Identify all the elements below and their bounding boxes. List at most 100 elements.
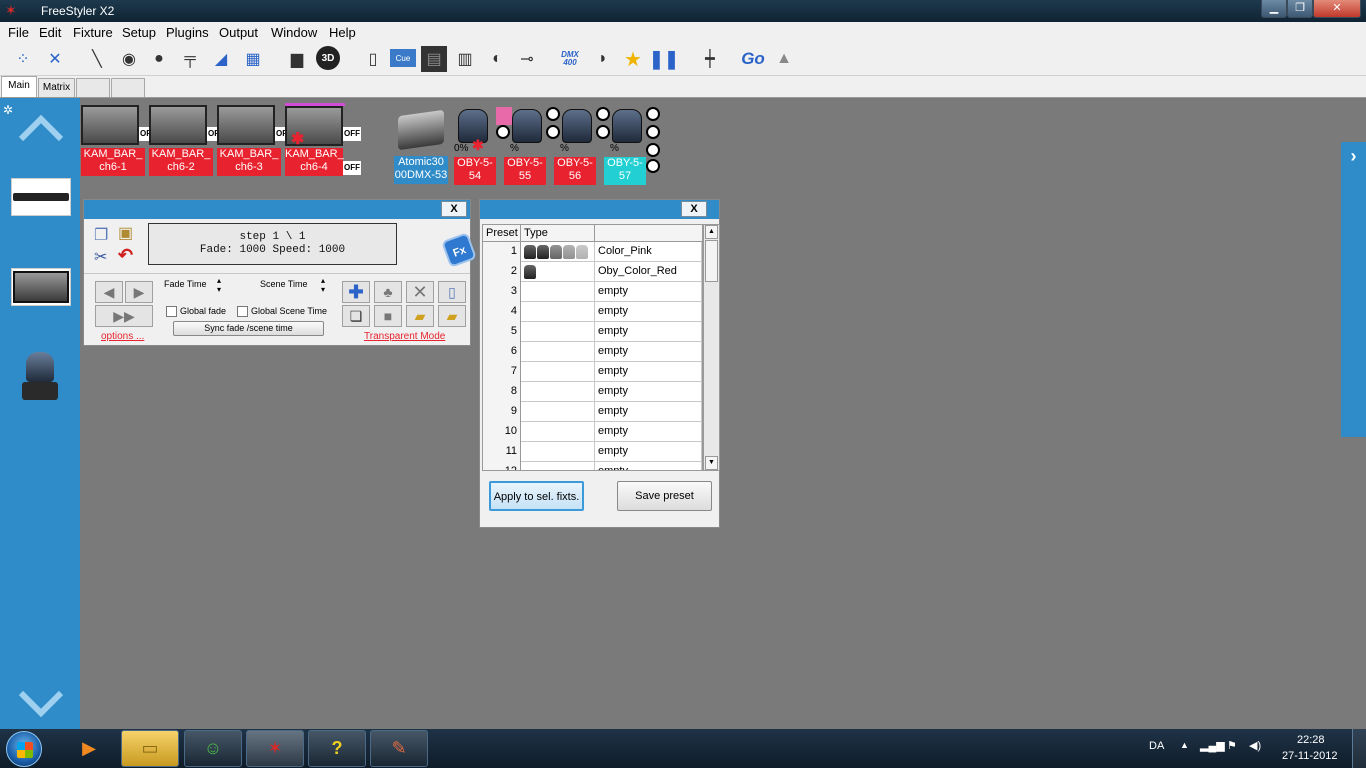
cannon-icon[interactable]: ⊸ — [514, 46, 540, 72]
keyboard-icon[interactable]: ▤ — [421, 46, 447, 72]
language-indicator[interactable]: DA — [1149, 740, 1164, 752]
global-scene-time-checkbox[interactable] — [237, 306, 248, 317]
tab-empty-1[interactable] — [76, 78, 110, 97]
fixture-kam-bar-3[interactable]: OFF KAM_BAR_ ch6-3 — [213, 105, 293, 177]
delete-step-button[interactable]: ✕ — [406, 281, 434, 303]
paint-icon[interactable]: ✎ — [370, 730, 428, 767]
menu-file[interactable]: File — [8, 25, 29, 40]
help-icon[interactable]: ? — [308, 730, 366, 767]
led-panel-thumbnail[interactable] — [11, 268, 71, 306]
cut-icon[interactable]: ✂ — [94, 247, 107, 267]
undo-icon[interactable]: ↶ — [118, 245, 133, 266]
apply-to-selected-button[interactable]: Apply to sel. fixts. — [489, 481, 584, 511]
stop-button[interactable]: ■ — [374, 305, 402, 327]
lamp-icon[interactable]: ╲ — [84, 46, 110, 72]
chevron-down-icon[interactable] — [18, 690, 64, 720]
warning-icon[interactable]: ▲ — [771, 46, 797, 72]
close-button[interactable]: ✕ — [1313, 0, 1361, 18]
fixture-atomic-strobe[interactable]: Atomic30 00DMX-53 — [394, 109, 448, 185]
fade-time-spinner[interactable]: ▴ ▾ — [217, 276, 221, 294]
sync-fade-button[interactable]: Sync fade /scene time — [173, 321, 324, 336]
fast-forward-button[interactable]: ▶▶ — [95, 305, 153, 327]
table-row[interactable]: 9 empty — [483, 402, 702, 422]
menu-plugins[interactable]: Plugins — [166, 25, 209, 40]
new-page-button[interactable]: ▯ — [438, 281, 466, 303]
moving-head-thumbnail[interactable] — [22, 352, 58, 402]
menu-help[interactable]: Help — [329, 25, 356, 40]
scene-time-spinner[interactable]: ▴ ▾ — [321, 276, 325, 294]
fixture-oby-56[interactable]: % OBY-5- 56 — [554, 107, 598, 185]
transparent-mode-link[interactable]: Transparent Mode — [364, 331, 445, 342]
tab-main[interactable]: Main — [1, 76, 37, 97]
table-row[interactable]: 2 Oby_Color_Red — [483, 262, 702, 282]
column-header-type[interactable]: Type — [521, 225, 595, 242]
pause-icon[interactable]: ❚❚ — [649, 46, 679, 72]
clock-time[interactable]: 22:28 — [1297, 734, 1325, 746]
menu-edit[interactable]: Edit — [39, 25, 61, 40]
copy-icon[interactable]: ❐ — [94, 225, 108, 245]
page-icon[interactable]: ▯ — [360, 46, 386, 72]
table-row[interactable]: 10 empty — [483, 422, 702, 442]
grid-icon[interactable]: ▦ — [240, 46, 266, 72]
fixture-oby-55[interactable]: % OBY-5- 55 — [504, 107, 548, 185]
led-bar-thumbnail[interactable] — [11, 178, 71, 216]
table-row[interactable]: 1 Color_Pink — [483, 242, 702, 262]
scroll-up-button[interactable]: ▲ — [705, 225, 718, 239]
explorer-icon[interactable]: ▭ — [121, 730, 179, 767]
faders-icon[interactable]: ▥ — [452, 46, 478, 72]
show-desktop-button[interactable] — [1352, 729, 1366, 768]
speaker-icon[interactable]: ◐ — [484, 46, 510, 72]
save-folder-button[interactable]: ▰ — [438, 305, 466, 327]
fixture-kam-bar-2[interactable]: OFF KAM_BAR_ ch6-2 — [145, 105, 225, 177]
star-icon[interactable]: ★ — [620, 46, 646, 72]
minimize-button[interactable]: ▁ — [1261, 0, 1287, 18]
duplicate-step-button[interactable]: ❏ — [342, 305, 370, 327]
table-row[interactable]: 5 empty — [483, 322, 702, 342]
palette-icon[interactable]: ● — [146, 46, 172, 72]
table-row[interactable]: 6 empty — [483, 342, 702, 362]
sequence-close-button[interactable]: X — [441, 201, 467, 217]
add-step-button[interactable]: ✚ — [342, 281, 370, 303]
insert-step-button[interactable]: ♣ — [374, 281, 402, 303]
tab-matrix[interactable]: Matrix — [38, 78, 75, 97]
action-center-icon[interactable]: ⚑ — [1227, 739, 1237, 752]
dmx-icon[interactable]: DMX 400 — [557, 46, 583, 72]
network-icon[interactable]: ▂▄▆ — [1200, 739, 1225, 752]
ramp-icon[interactable]: ◢ — [208, 46, 234, 72]
preset-close-button[interactable]: X — [681, 201, 707, 217]
fixture-kam-bar-1[interactable]: OFF KAM_BAR_ ch6-1 — [81, 105, 157, 177]
clock-date[interactable]: 27-11-2012 — [1282, 750, 1337, 762]
reel-icon[interactable]: ◉ — [116, 46, 142, 72]
fx-icon[interactable]: Fx — [441, 232, 477, 268]
table-row[interactable]: 8 empty — [483, 382, 702, 402]
fixture-oby-54[interactable]: 0% ✱ OBY-5- 54 — [454, 107, 498, 185]
mouse-icon[interactable]: ◗ — [590, 46, 616, 72]
connect-icon[interactable]: ✕ — [42, 46, 68, 72]
preset-scrollbar[interactable]: ▲ ▼ — [703, 224, 720, 471]
go-icon[interactable]: Go — [738, 46, 768, 72]
global-fade-checkbox[interactable] — [166, 306, 177, 317]
menu-fixture[interactable]: Fixture — [73, 25, 113, 40]
table-row[interactable]: 4 empty — [483, 302, 702, 322]
column-header-preset[interactable]: Preset — [483, 225, 521, 242]
fixtures-icon[interactable]: ⁘ — [10, 46, 36, 72]
prev-step-button[interactable]: ◀ — [95, 281, 123, 303]
show-hidden-icons[interactable]: ▲ — [1180, 740, 1189, 750]
paste-icon[interactable]: ▣ — [118, 223, 133, 243]
maximize-button[interactable]: ❐ — [1287, 0, 1313, 18]
open-folder-button[interactable]: ▰ — [406, 305, 434, 327]
start-button[interactable] — [6, 731, 42, 767]
scroll-down-button[interactable]: ▼ — [705, 456, 718, 470]
cue-icon[interactable]: Cue — [390, 49, 416, 67]
volume-icon[interactable]: ◀) — [1249, 739, 1261, 752]
column-header-name[interactable] — [595, 225, 702, 242]
camera-icon[interactable]: ▆ — [284, 46, 310, 72]
next-step-button[interactable]: ▶ — [125, 281, 153, 303]
save-preset-button[interactable]: Save preset — [617, 481, 712, 511]
menu-setup[interactable]: Setup — [122, 25, 156, 40]
table-row[interactable]: 3 empty — [483, 282, 702, 302]
gear-icon[interactable]: ✲ — [3, 103, 13, 117]
fader-icon[interactable]: ┿ — [697, 46, 723, 72]
fixture-oby-57[interactable]: % OBY-5- 57 — [604, 107, 648, 185]
table-row[interactable]: 12 empty — [483, 462, 702, 470]
